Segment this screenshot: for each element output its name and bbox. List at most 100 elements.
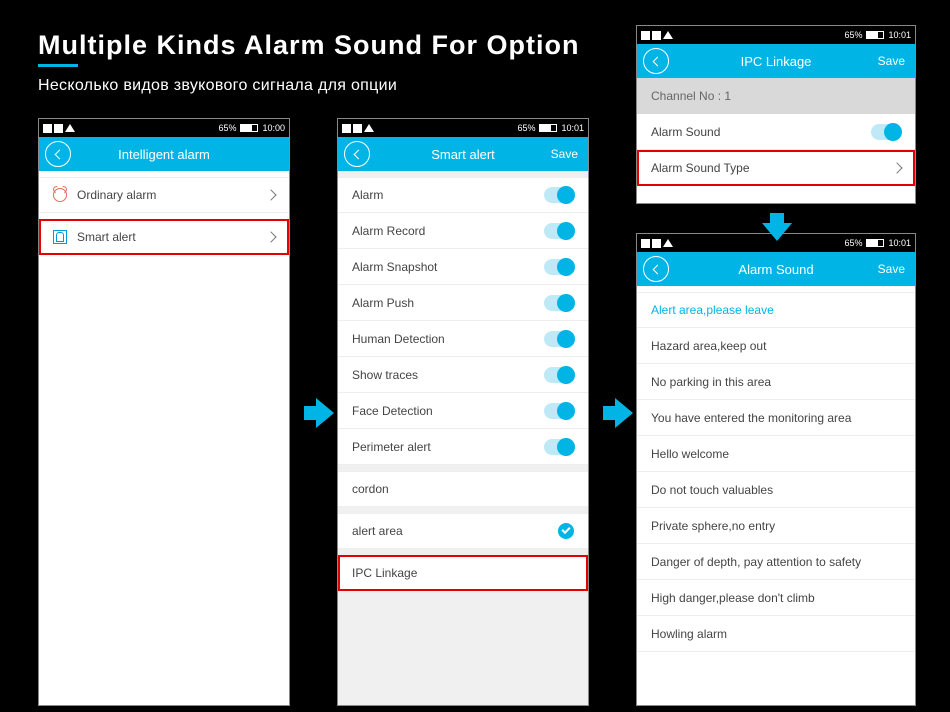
- sound-option[interactable]: Danger of depth, pay attention to safety: [637, 544, 915, 580]
- row-label: Hazard area,keep out: [651, 339, 766, 353]
- status-bar: 65%10:01: [637, 26, 915, 44]
- list-row[interactable]: Human Detection: [338, 321, 588, 357]
- row-label: Danger of depth, pay attention to safety: [651, 555, 861, 569]
- sound-option[interactable]: You have entered the monitoring area: [637, 400, 915, 436]
- battery-icon: [866, 239, 884, 247]
- wifi-icon: [663, 31, 673, 39]
- row-label: Alarm Sound Type: [651, 161, 750, 175]
- toggle-switch[interactable]: [544, 259, 574, 275]
- nav-bar: Alarm Sound Save: [637, 252, 915, 286]
- row-label: IPC Linkage: [352, 566, 417, 580]
- row-label: Perimeter alert: [352, 440, 431, 454]
- toggle-switch[interactable]: [544, 295, 574, 311]
- toggle-switch[interactable]: [544, 439, 574, 455]
- row-alarm-sound[interactable]: Alarm Sound: [637, 114, 915, 150]
- arrow-right-icon: [316, 398, 334, 428]
- row-smart-alert[interactable]: Smart alert: [39, 219, 289, 255]
- list-row[interactable]: Show traces: [338, 357, 588, 393]
- phone-ipc-linkage: 65%10:01 IPC Linkage Save Channel No : 1…: [636, 25, 916, 204]
- save-button[interactable]: Save: [551, 147, 578, 161]
- sound-option[interactable]: Howling alarm: [637, 616, 915, 652]
- sound-option[interactable]: Alert area,please leave: [637, 292, 915, 328]
- channel-label: Channel No : 1: [637, 78, 915, 114]
- nav-bar: Smart alert Save: [338, 137, 588, 171]
- row-label: Ordinary alarm: [77, 188, 156, 202]
- row-alarm-sound-type[interactable]: Alarm Sound Type: [637, 150, 915, 186]
- wifi-icon: [65, 124, 75, 132]
- list: Channel No : 1 Alarm Sound Alarm Sound T…: [637, 78, 915, 203]
- list-row[interactable]: IPC Linkage: [338, 555, 588, 591]
- list: Alert area,please leave Hazard area,keep …: [637, 286, 915, 705]
- title-main: Multiple Kinds Alarm Sound For Option: [38, 30, 579, 61]
- row-label: Alarm Sound: [651, 125, 720, 139]
- nav-title: Intelligent alarm: [39, 147, 289, 162]
- check-icon: [558, 523, 574, 539]
- row-label: Alert area,please leave: [651, 303, 774, 317]
- list-row[interactable]: alert area: [338, 513, 588, 549]
- toggle-switch[interactable]: [544, 403, 574, 419]
- sound-option[interactable]: Private sphere,no entry: [637, 508, 915, 544]
- sound-option[interactable]: Hello welcome: [637, 436, 915, 472]
- toggle-switch[interactable]: [544, 187, 574, 203]
- alarm-clock-icon: [53, 188, 67, 202]
- list-row[interactable]: cordon: [338, 471, 588, 507]
- sound-option[interactable]: High danger,please don't climb: [637, 580, 915, 616]
- status-bar: 65%10:01: [338, 119, 588, 137]
- battery-icon: [866, 31, 884, 39]
- row-label: Alarm Record: [352, 224, 425, 238]
- phone-smart-alert: 65%10:01 Smart alert Save Alarm Alarm Rec…: [337, 118, 589, 706]
- row-label: Smart alert: [77, 230, 136, 244]
- battery-icon: [539, 124, 557, 132]
- list-row[interactable]: Alarm Record: [338, 213, 588, 249]
- toggle-switch[interactable]: [871, 124, 901, 140]
- list-row[interactable]: Alarm Snapshot: [338, 249, 588, 285]
- list-row[interactable]: Perimeter alert: [338, 429, 588, 465]
- sound-option[interactable]: No parking in this area: [637, 364, 915, 400]
- row-label: alert area: [352, 524, 403, 538]
- arrow-down-icon: [762, 223, 792, 241]
- phone-alarm-sound: 65%10:01 Alarm Sound Save Alert area,ple…: [636, 233, 916, 706]
- status-bar: 65%10:00: [39, 119, 289, 137]
- nav-bar: IPC Linkage Save: [637, 44, 915, 78]
- nav-title: Alarm Sound: [637, 262, 915, 277]
- row-label: Do not touch valuables: [651, 483, 773, 497]
- chevron-right-icon: [265, 189, 276, 200]
- row-label: Alarm: [352, 188, 383, 202]
- toggle-switch[interactable]: [544, 367, 574, 383]
- row-label: Alarm Snapshot: [352, 260, 437, 274]
- sound-option[interactable]: Do not touch valuables: [637, 472, 915, 508]
- list-row[interactable]: Alarm Push: [338, 285, 588, 321]
- row-ordinary-alarm[interactable]: Ordinary alarm: [39, 177, 289, 213]
- toggle-switch[interactable]: [544, 223, 574, 239]
- list: Ordinary alarm Smart alert: [39, 171, 289, 705]
- list-row[interactable]: Face Detection: [338, 393, 588, 429]
- nav-title: IPC Linkage: [637, 54, 915, 69]
- row-label: cordon: [352, 482, 389, 496]
- chevron-right-icon: [265, 231, 276, 242]
- row-label: High danger,please don't climb: [651, 591, 815, 605]
- row-label: Private sphere,no entry: [651, 519, 775, 533]
- row-label: Howling alarm: [651, 627, 727, 641]
- wifi-icon: [663, 239, 673, 247]
- title-underline: [38, 64, 78, 67]
- list: Alarm Alarm Record Alarm Snapshot Alarm Pus…: [338, 171, 588, 705]
- page-title-block: Multiple Kinds Alarm Sound For Option Не…: [38, 30, 579, 95]
- arrow-right-icon: [615, 398, 633, 428]
- sound-option[interactable]: Hazard area,keep out: [637, 328, 915, 364]
- row-label: Face Detection: [352, 404, 433, 418]
- list-row[interactable]: Alarm: [338, 177, 588, 213]
- row-label: No parking in this area: [651, 375, 771, 389]
- wifi-icon: [364, 124, 374, 132]
- save-button[interactable]: Save: [878, 262, 905, 276]
- chevron-right-icon: [891, 162, 902, 173]
- row-label: Show traces: [352, 368, 418, 382]
- row-label: Human Detection: [352, 332, 445, 346]
- phone-intelligent-alarm: 65%10:00 Intelligent alarm Ordinary alar…: [38, 118, 290, 706]
- title-sub: Несколько видов звукового сигнала для оп…: [38, 77, 579, 95]
- smart-alert-icon: [53, 230, 67, 244]
- toggle-switch[interactable]: [544, 331, 574, 347]
- nav-bar: Intelligent alarm: [39, 137, 289, 171]
- row-label: You have entered the monitoring area: [651, 411, 851, 425]
- save-button[interactable]: Save: [878, 54, 905, 68]
- battery-icon: [240, 124, 258, 132]
